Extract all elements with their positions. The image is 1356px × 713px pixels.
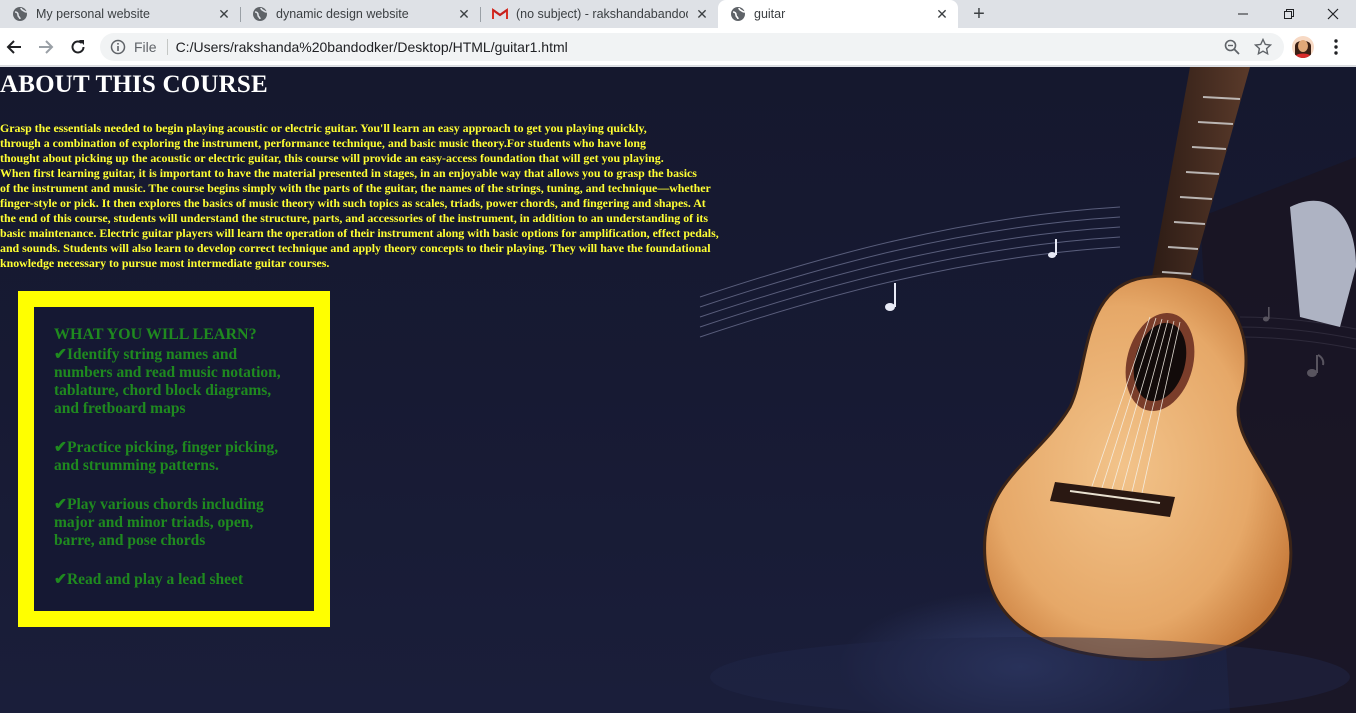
- address-bar[interactable]: File C:/Users/rakshanda%20bandodker/Desk…: [100, 33, 1284, 61]
- description-line: of the instrument and music. The course …: [0, 181, 711, 195]
- description-line: and sounds. Students will also learn to …: [0, 241, 711, 255]
- tab-gmail[interactable]: (no subject) - rakshandabandodk ✕: [480, 0, 718, 28]
- reload-icon: [71, 40, 85, 54]
- divider: [166, 39, 168, 55]
- menu-button[interactable]: [1328, 37, 1344, 57]
- close-icon: [1327, 8, 1339, 20]
- globe-icon: [252, 6, 268, 22]
- course-description: Grasp the essentials needed to begin pla…: [0, 121, 800, 271]
- minimize-button[interactable]: [1220, 0, 1266, 28]
- learn-item: ✔Read and play a lead sheet: [54, 571, 244, 588]
- tab-title: My personal website: [36, 7, 150, 21]
- forward-button[interactable]: [34, 35, 58, 59]
- description-line: knowledge necessary to pursue most inter…: [0, 256, 330, 270]
- more-vert-icon: [1334, 39, 1338, 55]
- learn-item: ✔Practice picking, finger picking, and s…: [54, 439, 279, 474]
- description-line: thought about picking up the acoustic or…: [0, 151, 664, 165]
- browser-toolbar: File C:/Users/rakshanda%20bandodker/Desk…: [0, 28, 1356, 66]
- description-line: through a combination of exploring the i…: [0, 136, 646, 150]
- close-icon[interactable]: ✕: [694, 6, 710, 22]
- globe-icon: [730, 6, 746, 22]
- new-tab-button[interactable]: +: [968, 3, 990, 25]
- arrow-right-icon: [39, 40, 54, 54]
- learn-item: ✔Play various chords including major and…: [54, 496, 264, 549]
- page-title: ABOUT THIS COURSE: [0, 71, 268, 98]
- tab-title: (no subject) - rakshandabandodk: [516, 7, 688, 21]
- globe-icon: [12, 6, 28, 22]
- close-window-button[interactable]: [1310, 0, 1356, 28]
- description-line: the end of this course, students will un…: [0, 211, 708, 225]
- profile-avatar[interactable]: [1292, 36, 1314, 58]
- tab-title: guitar: [754, 7, 786, 21]
- page-viewport: ABOUT THIS COURSE Grasp the essentials n…: [0, 67, 1356, 713]
- star-icon[interactable]: [1254, 38, 1272, 56]
- description-line: Grasp the essentials needed to begin pla…: [0, 121, 647, 135]
- what-you-will-learn-box: WHAT YOU WILL LEARN? ✔Identify string na…: [18, 291, 330, 627]
- info-icon[interactable]: [110, 39, 126, 55]
- description-line: basic maintenance. Electric guitar playe…: [0, 226, 719, 240]
- close-icon[interactable]: ✕: [934, 6, 950, 22]
- reload-button[interactable]: [66, 35, 90, 59]
- tab-dynamic-design-website[interactable]: dynamic design website ✕: [240, 0, 480, 28]
- close-icon[interactable]: ✕: [456, 6, 472, 22]
- zoom-icon[interactable]: [1224, 39, 1240, 55]
- tab-title: dynamic design website: [276, 7, 409, 21]
- description-line: finger-style or pick. It then explores t…: [0, 196, 706, 210]
- restore-icon: [1284, 9, 1294, 19]
- gmail-icon: [492, 6, 508, 22]
- learn-box-title: WHAT YOU WILL LEARN?: [54, 326, 257, 343]
- learn-item: ✔Identify string names and numbers and r…: [54, 346, 281, 417]
- back-button[interactable]: [2, 35, 26, 59]
- tab-guitar[interactable]: guitar ✕: [718, 0, 958, 28]
- close-icon[interactable]: ✕: [216, 6, 232, 22]
- minimize-icon: [1238, 13, 1248, 15]
- arrow-left-icon: [6, 40, 21, 54]
- tab-strip: My personal website ✕ dynamic design web…: [0, 0, 1356, 28]
- description-line: When first learning guitar, it is import…: [0, 166, 697, 180]
- scheme-label: File: [134, 39, 157, 55]
- url-text[interactable]: C:/Users/rakshanda%20bandodker/Desktop/H…: [176, 39, 568, 55]
- restore-button[interactable]: [1266, 0, 1312, 28]
- tab-my-personal-website[interactable]: My personal website ✕: [0, 0, 240, 28]
